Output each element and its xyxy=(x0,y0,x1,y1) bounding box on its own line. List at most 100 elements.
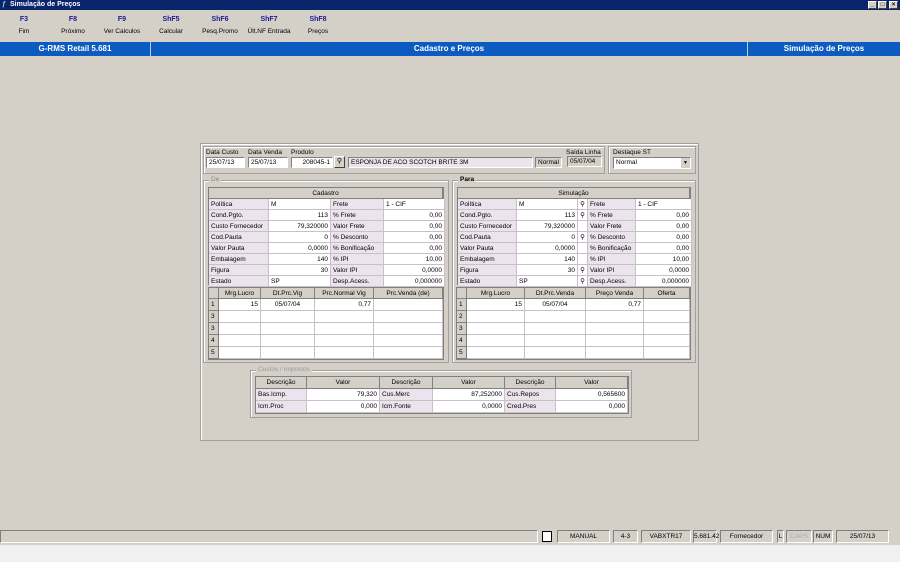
field-value[interactable]: 0,00 xyxy=(636,243,692,254)
field-value[interactable]: 30 xyxy=(269,265,331,276)
field-value[interactable]: 0,000000 xyxy=(636,276,692,287)
grid-cell[interactable] xyxy=(644,347,690,359)
field-value[interactable]: SP xyxy=(269,276,331,287)
grid-cell[interactable] xyxy=(525,335,586,347)
grid-cell[interactable] xyxy=(219,323,261,335)
field-value[interactable]: 140 xyxy=(269,254,331,265)
grid-cell[interactable] xyxy=(586,311,644,323)
field-value[interactable]: 0,00 xyxy=(636,221,692,232)
grid-cell[interactable]: 0,77 xyxy=(315,299,374,311)
grid-cell[interactable] xyxy=(219,347,261,359)
field-value[interactable]: 0 xyxy=(517,232,578,243)
field-value[interactable]: 0,0000 xyxy=(384,265,445,276)
binoculars-search-icon[interactable]: ⚲ xyxy=(578,210,588,221)
grid-cell[interactable] xyxy=(261,347,315,359)
grid-cell[interactable] xyxy=(586,323,644,335)
toolbar-button-shf6[interactable]: ShF6 Pesq.Promo xyxy=(195,16,245,35)
field-value[interactable]: 0,00 xyxy=(636,210,692,221)
grid-cell[interactable] xyxy=(219,311,261,323)
field-value[interactable]: 30 xyxy=(517,265,578,276)
grid-cell[interactable] xyxy=(586,347,644,359)
grid-cell[interactable] xyxy=(644,311,690,323)
toolbar-button-f3[interactable]: F3 Fim xyxy=(0,16,49,35)
maximize-button[interactable]: □ xyxy=(878,1,887,9)
field-value[interactable]: 140 xyxy=(517,254,578,265)
grid-cell[interactable]: 05/07/04 xyxy=(525,299,586,311)
minimize-button[interactable]: _ xyxy=(868,1,877,9)
grid-cell[interactable] xyxy=(219,335,261,347)
grid-column-header[interactable]: Oferta xyxy=(644,288,690,299)
clipboard-icon[interactable] xyxy=(542,531,552,542)
grid-column-header[interactable]: Dt.Prc.Venda xyxy=(525,288,586,299)
binoculars-search-icon[interactable]: ⚲ xyxy=(334,156,345,168)
grid-cell[interactable] xyxy=(374,299,443,311)
grid-cell[interactable] xyxy=(467,311,525,323)
destaque-st-select[interactable]: Normal ▼ xyxy=(613,157,691,169)
grid-cell[interactable] xyxy=(315,311,374,323)
grid-column-header[interactable]: Prc.Venda (de) xyxy=(374,288,443,299)
grid-cell[interactable] xyxy=(525,347,586,359)
chevron-down-icon[interactable]: ▼ xyxy=(681,158,690,168)
grid-cell[interactable] xyxy=(374,347,443,359)
field-value[interactable]: 0,0000 xyxy=(636,265,692,276)
field-value[interactable]: 0 xyxy=(269,232,331,243)
grid-column-header[interactable]: Preço Venda xyxy=(586,288,644,299)
field-value[interactable]: 79,320000 xyxy=(269,221,331,232)
field-value[interactable]: 1 - CIF xyxy=(384,199,445,210)
toolbar-button-shf7[interactable]: ShF7 Últ.NF Entrada xyxy=(244,16,294,35)
data-custo-input[interactable]: 25/07/13 xyxy=(206,157,245,168)
field-value[interactable]: 0,0000 xyxy=(269,243,331,254)
field-value[interactable]: SP xyxy=(517,276,578,287)
grid-cell[interactable] xyxy=(467,335,525,347)
grid-cell[interactable] xyxy=(374,335,443,347)
field-value[interactable]: 0,00 xyxy=(384,210,445,221)
grid-cell[interactable] xyxy=(374,323,443,335)
grid-column-header[interactable]: Mrg.Lucro xyxy=(219,288,261,299)
grid-cell[interactable] xyxy=(315,323,374,335)
grid-cell[interactable] xyxy=(467,323,525,335)
grid-cell[interactable] xyxy=(315,335,374,347)
grid-cell[interactable] xyxy=(261,335,315,347)
toolbar-button-f9[interactable]: F9 Ver Calculos xyxy=(97,16,147,35)
grid-cell[interactable] xyxy=(374,311,443,323)
grid-cell[interactable] xyxy=(261,311,315,323)
grid-cell[interactable] xyxy=(525,311,586,323)
grid-column-header[interactable]: Prc.Normal Vig xyxy=(315,288,374,299)
grid-cell[interactable]: 05/07/04 xyxy=(261,299,315,311)
grid-cell[interactable] xyxy=(644,323,690,335)
grid-cell[interactable] xyxy=(315,347,374,359)
toolbar-button-f8[interactable]: F8 Próximo xyxy=(48,16,98,35)
grid-column-header[interactable]: Dt.Prc.Vig xyxy=(261,288,315,299)
field-value[interactable]: 0,0000 xyxy=(517,243,578,254)
field-value[interactable]: M xyxy=(269,199,331,210)
data-venda-input[interactable]: 25/07/13 xyxy=(248,157,288,168)
field-value[interactable]: 79,320000 xyxy=(517,221,578,232)
grid-column-header[interactable]: Mrg.Lucro xyxy=(467,288,525,299)
grid-cell[interactable] xyxy=(525,323,586,335)
grid-cell[interactable]: 15 xyxy=(219,299,261,311)
produto-code-input[interactable]: 208045-1 xyxy=(291,157,333,168)
field-value[interactable]: 0,00 xyxy=(384,221,445,232)
field-value[interactable]: 0,00 xyxy=(636,232,692,243)
field-value[interactable]: 0,000000 xyxy=(384,276,445,287)
toolbar-button-shf8[interactable]: ShF8 Preços xyxy=(293,16,343,35)
field-value[interactable]: 0,00 xyxy=(384,243,445,254)
toolbar-button-shf5[interactable]: ShF5 Calcular xyxy=(146,16,196,35)
grid-cell[interactable]: 0,77 xyxy=(586,299,644,311)
binoculars-search-icon[interactable]: ⚲ xyxy=(578,199,588,210)
binoculars-search-icon[interactable]: ⚲ xyxy=(578,276,588,287)
binoculars-search-icon[interactable]: ⚲ xyxy=(578,265,588,276)
field-value[interactable]: M xyxy=(517,199,578,210)
grid-cell[interactable] xyxy=(644,335,690,347)
field-value[interactable]: 1 - CIF xyxy=(636,199,692,210)
field-value[interactable]: 113 xyxy=(269,210,331,221)
grid-cell[interactable] xyxy=(467,347,525,359)
field-value[interactable]: 10,00 xyxy=(384,254,445,265)
grid-cell[interactable] xyxy=(586,335,644,347)
binoculars-search-icon[interactable]: ⚲ xyxy=(578,232,588,243)
field-value[interactable]: 10,00 xyxy=(636,254,692,265)
grid-cell[interactable] xyxy=(261,323,315,335)
field-value[interactable]: 0,00 xyxy=(384,232,445,243)
close-button[interactable]: × xyxy=(889,1,898,9)
grid-cell[interactable] xyxy=(644,299,690,311)
